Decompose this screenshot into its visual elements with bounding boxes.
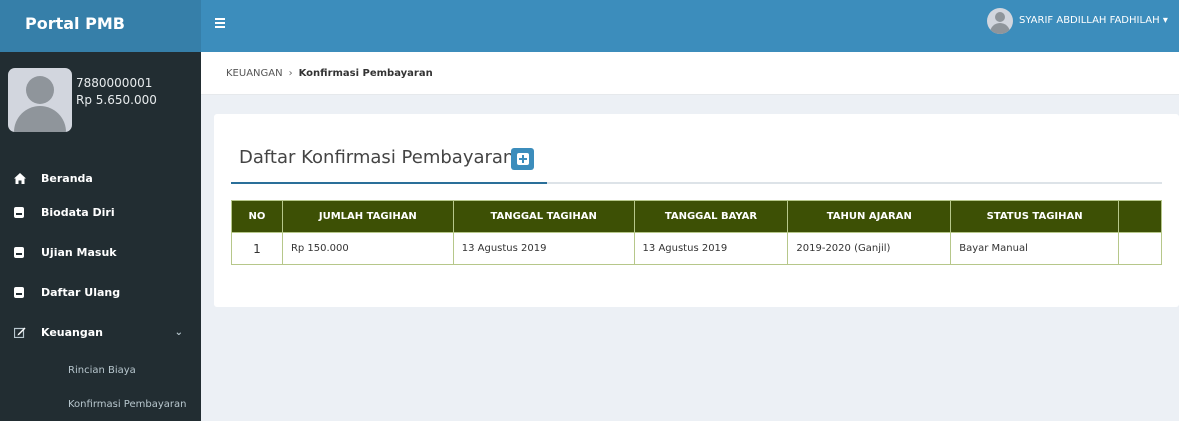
avatar: [8, 68, 72, 132]
sidebar-subitem-label: Konfirmasi Pembayaran: [68, 398, 187, 410]
sidebar-item-label: Daftar Ulang: [41, 285, 121, 299]
column-header: TAHUN AJARAN: [787, 200, 952, 233]
breadcrumb: KEUANGAN › Konfirmasi Pembayaran: [201, 52, 1179, 95]
column-header: TANGGAL TAGIHAN: [452, 200, 635, 233]
user-menu[interactable]: SYARIF ABDILLAH FADHILAH ▾: [1019, 15, 1168, 26]
user-panel: 7880000001 Rp 5.650.000: [0, 52, 201, 152]
table-cell: Bayar Manual: [950, 232, 1120, 265]
top-navbar: SYARIF ABDILLAH FADHILAH ▾: [201, 0, 1179, 52]
table-cell: Rp 150.000: [281, 232, 454, 265]
sidebar-subitem-rincian-biaya[interactable]: Rincian Biaya: [0, 356, 201, 384]
plus-icon: [516, 153, 529, 165]
user-name: SYARIF ABDILLAH FADHILAH: [1019, 15, 1160, 26]
table-cell: [1118, 232, 1162, 265]
edit-icon: [0, 327, 28, 338]
brand-logo[interactable]: Portal PMB: [0, 0, 201, 52]
sidebar: Portal PMB 7880000001 Rp 5.650.000 Beran…: [0, 0, 201, 421]
sidebar-subitem-label: Rincian Biaya: [68, 364, 136, 376]
menu-toggle-icon[interactable]: [215, 18, 225, 28]
sidebar-item-daftar-ulang[interactable]: Daftar Ulang: [0, 272, 201, 312]
column-header: JUMLAH TAGIHAN: [281, 200, 454, 233]
column-header: TANGGAL BAYAR: [633, 200, 789, 233]
sidebar-item-biodata-diri[interactable]: Biodata Diri: [0, 192, 201, 232]
sidebar-item-ujian-masuk[interactable]: Ujian Masuk: [0, 232, 201, 272]
sidebar-item-label: Beranda: [41, 171, 93, 185]
sidebar-item-keuangan[interactable]: Keuangan ⌄: [0, 312, 201, 352]
table-header-row: NO JUMLAH TAGIHAN TANGGAL TAGIHAN TANGGA…: [231, 200, 1162, 233]
table-cell: 13 Agustus 2019: [452, 232, 635, 265]
sidebar-item-label: Keuangan: [41, 325, 104, 339]
breadcrumb-current: Konfirmasi Pembayaran: [298, 67, 433, 79]
book-icon: [0, 206, 28, 218]
sidebar-subitem-konfirmasi-pembayaran[interactable]: Konfirmasi Pembayaran: [0, 390, 201, 418]
page-title: Daftar Konfirmasi Pembayaran: [239, 147, 515, 168]
add-button[interactable]: [511, 148, 534, 170]
table-cell: 13 Agustus 2019: [633, 232, 789, 265]
sidebar-item-label: Ujian Masuk: [41, 245, 117, 259]
user-id: 7880000001: [76, 76, 153, 90]
table-cell: 1: [231, 232, 283, 265]
column-header: NO: [231, 200, 283, 233]
content-box: Daftar Konfirmasi Pembayaran NO JUMLAH T…: [214, 114, 1179, 307]
chevron-down-icon[interactable]: ⌄: [175, 327, 183, 338]
book-icon: [0, 286, 28, 298]
active-tab-indicator: [231, 182, 547, 184]
table-row: 1 Rp 150.000 13 Agustus 2019 13 Agustus …: [231, 232, 1162, 265]
chevron-right-icon: ›: [288, 67, 293, 79]
table-cell: 2019-2020 (Ganjil): [787, 232, 952, 265]
breadcrumb-parent[interactable]: KEUANGAN: [226, 68, 283, 79]
payment-confirmation-table: NO JUMLAH TAGIHAN TANGGAL TAGIHAN TANGGA…: [231, 200, 1162, 265]
home-icon: [0, 172, 28, 184]
book-icon: [0, 246, 28, 258]
user-balance: Rp 5.650.000: [76, 93, 157, 107]
column-header: STATUS TAGIHAN: [950, 200, 1120, 233]
caret-down-icon: ▾: [1162, 15, 1168, 26]
column-header: [1118, 200, 1162, 233]
avatar[interactable]: [987, 8, 1013, 34]
sidebar-item-label: Biodata Diri: [41, 205, 115, 219]
